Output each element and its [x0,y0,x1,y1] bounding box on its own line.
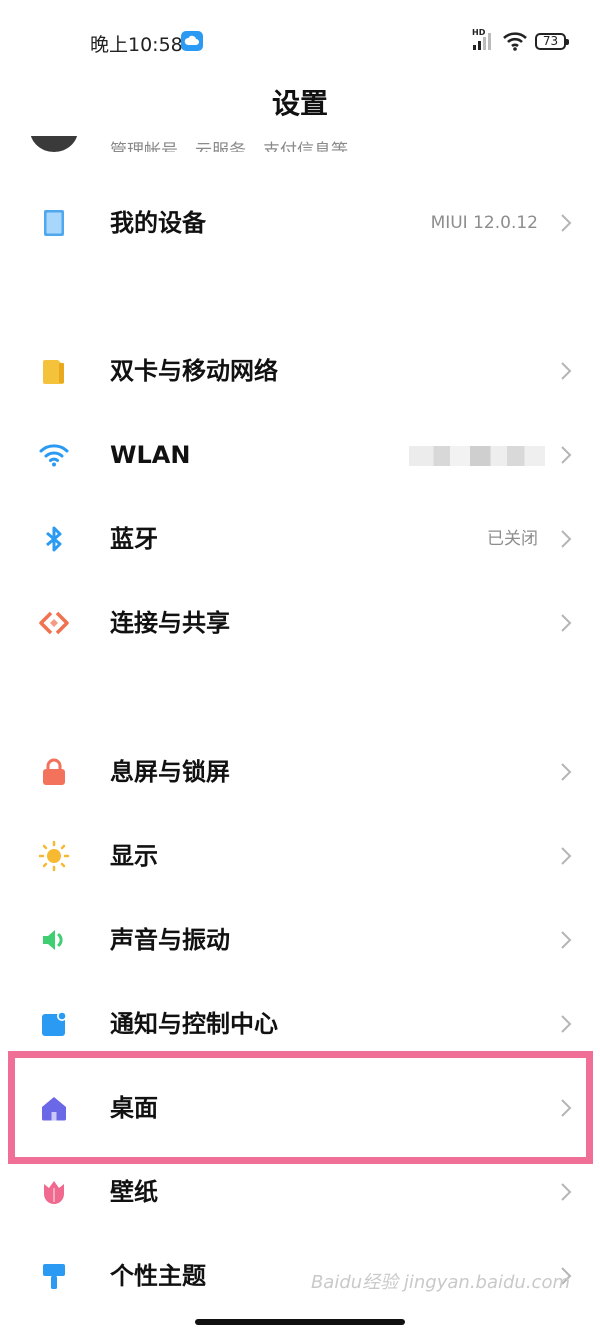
setting-label: 我的设备 [110,209,206,237]
chevron-right-icon [561,1015,572,1033]
chevron-right-icon [561,362,572,380]
notification-icon [42,1011,67,1036]
setting-label: 个性主题 [110,1262,206,1290]
setting-label: 双卡与移动网络 [110,357,278,385]
setting-row-connection-sharing[interactable]: 连接与共享 [0,581,600,665]
highlight-box [8,1051,593,1164]
speaker-icon [43,930,63,950]
sim-card-icon [43,360,64,384]
setting-row-lock-screen[interactable]: 息屏与锁屏 [0,730,600,814]
signal-icon [473,33,491,50]
chevron-right-icon [561,847,572,865]
settings-screen: 晚上10:58 HD 73 设置 管理帐号、云服务、支付信息等 我的设备 MIU… [0,0,600,1333]
setting-row-sim[interactable]: 双卡与移动网络 [0,329,600,413]
chevron-right-icon [561,1183,572,1201]
wifi-icon [39,444,69,467]
chevron-right-icon [561,214,572,232]
status-time: 晚上10:58 [90,34,183,56]
wifi-status-icon [503,32,527,51]
setting-row-my-device[interactable]: 我的设备 MIUI 12.0.12 [0,181,600,265]
tulip-icon [44,1181,64,1204]
watermark: Baidu经验 jingyan.baidu.com [310,1272,570,1293]
chevron-right-icon [561,614,572,632]
home-indicator[interactable] [195,1319,405,1325]
tablet-icon [44,210,64,236]
setting-value: 已关闭 [487,529,538,549]
chevron-right-icon [561,530,572,548]
setting-label: 息屏与锁屏 [110,758,230,786]
setting-row-display[interactable]: 显示 [0,814,600,898]
status-bar: 晚上10:58 HD 73 [0,0,600,84]
setting-row-sound[interactable]: 声音与振动 [0,898,600,982]
setting-label: WLAN [110,441,191,469]
setting-label: 显示 [110,842,158,870]
setting-row-bluetooth[interactable]: 蓝牙 已关闭 [0,497,600,581]
battery-icon: 73 [535,33,569,50]
setting-label: 蓝牙 [110,525,158,553]
setting-value: MIUI 12.0.12 [430,213,538,233]
page-title: 设置 [271,87,328,120]
chevron-right-icon [561,763,572,781]
chevron-right-icon [561,446,572,464]
setting-row-wlan[interactable]: WLAN [0,413,600,497]
sun-icon [38,840,70,872]
chevron-right-icon [561,931,572,949]
blurred-network-name [409,446,545,466]
cloud-icon [181,31,203,51]
setting-label: 声音与振动 [110,926,230,954]
battery-level: 73 [542,34,559,48]
bluetooth-icon [46,526,62,552]
setting-label: 连接与共享 [110,609,230,637]
share-icon [39,611,69,635]
brush-icon [43,1264,65,1289]
lock-icon [43,758,65,785]
account-subtitle: 管理帐号、云服务、支付信息等 [110,141,348,152]
